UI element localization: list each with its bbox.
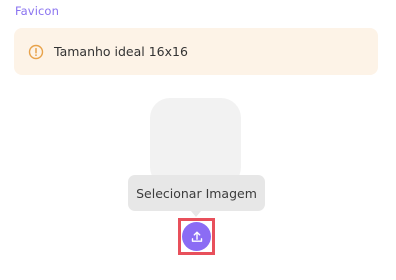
- info-text: Tamanho ideal 16x16: [54, 44, 188, 59]
- upload-button[interactable]: [182, 222, 211, 251]
- favicon-settings: Favicon Tamanho ideal 16x16 Selecionar I…: [0, 0, 396, 280]
- info-alert: Tamanho ideal 16x16: [14, 28, 378, 75]
- warning-circle-icon: [28, 44, 44, 60]
- favicon-preview: [150, 98, 241, 187]
- upload-icon: [189, 229, 205, 245]
- tooltip-arrow: [191, 211, 201, 217]
- select-image-tooltip: Selecionar Imagem: [128, 175, 265, 211]
- section-title: Favicon: [15, 4, 59, 18]
